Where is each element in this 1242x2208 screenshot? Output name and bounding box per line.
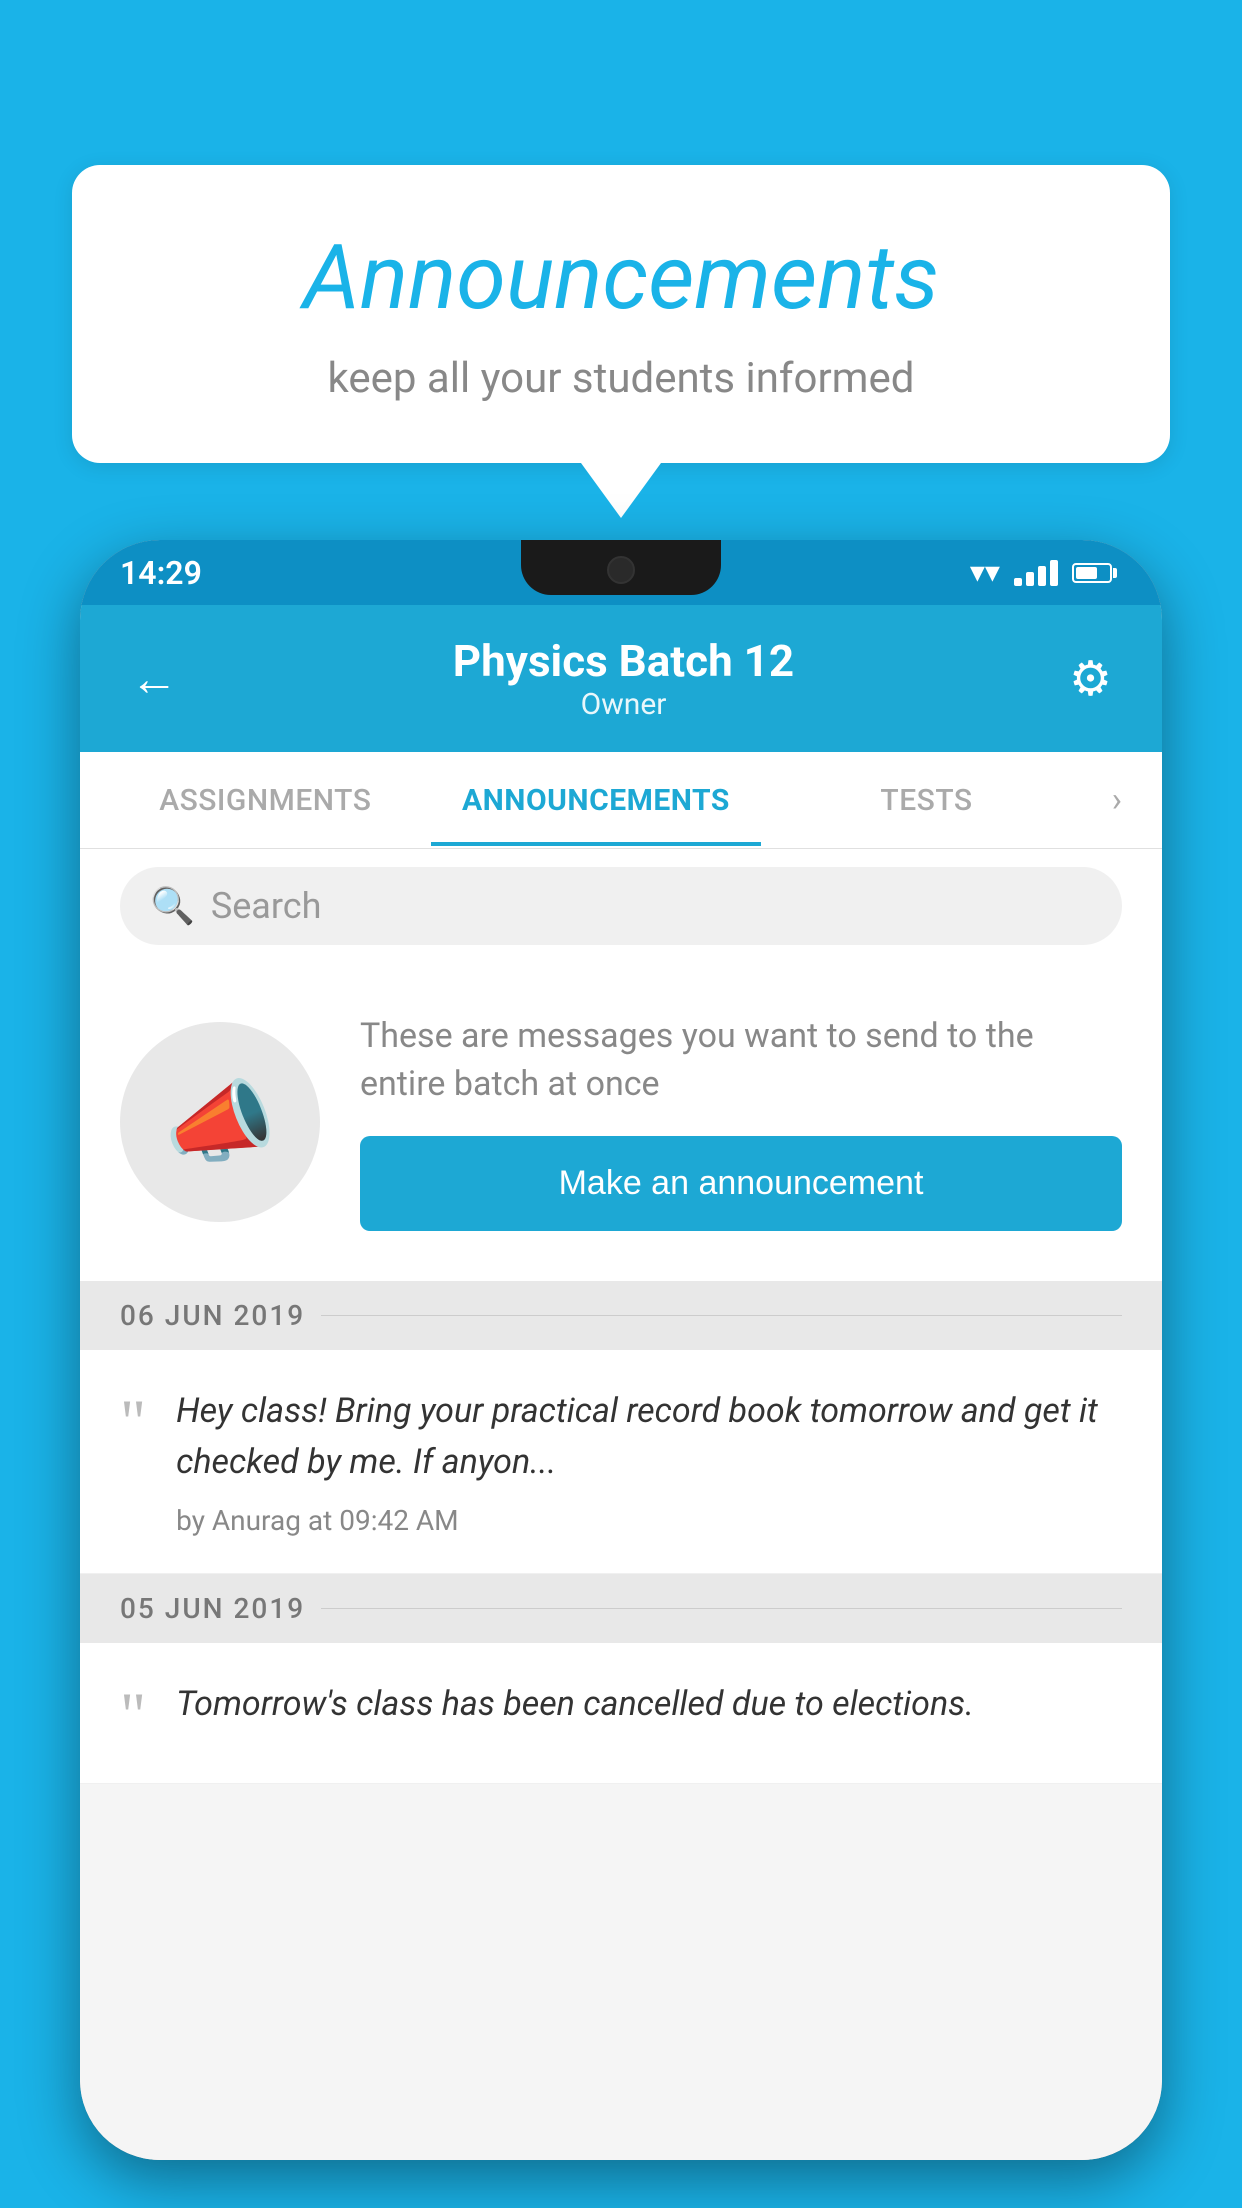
search-input-wrapper[interactable]: 🔍 Search xyxy=(120,867,1122,945)
search-icon: 🔍 xyxy=(150,885,195,927)
announcement-item-2[interactable]: " Tomorrow's class has been cancelled du… xyxy=(80,1643,1162,1784)
search-placeholder-text: Search xyxy=(211,885,322,927)
announcement-text-group-2: Tomorrow's class has been cancelled due … xyxy=(176,1679,1122,1746)
announcement-meta-1: by Anurag at 09:42 AM xyxy=(176,1504,1122,1537)
signal-bar-3 xyxy=(1038,566,1046,586)
tab-more[interactable]: › xyxy=(1092,752,1142,848)
signal-bar-4 xyxy=(1050,560,1058,586)
announcement-item-1[interactable]: " Hey class! Bring your practical record… xyxy=(80,1350,1162,1574)
battery-icon xyxy=(1072,563,1112,583)
signal-bars-icon xyxy=(1014,560,1058,586)
date-separator-line-2 xyxy=(321,1608,1122,1609)
tab-announcements[interactable]: ANNOUNCEMENTS xyxy=(431,755,762,846)
back-button[interactable]: ← xyxy=(130,650,178,707)
status-icons: ▾▾ xyxy=(970,555,1112,590)
date-separator-2: 05 JUN 2019 xyxy=(80,1574,1162,1643)
phone-mockup: 14:29 ▾▾ ← Phy xyxy=(80,540,1162,2160)
speech-bubble-title: Announcements xyxy=(152,225,1090,330)
phone-content: 🔍 Search 📣 These are messages you want t… xyxy=(80,849,1162,2160)
settings-icon[interactable]: ⚙ xyxy=(1069,650,1112,707)
announcement-message-1: Hey class! Bring your practical record b… xyxy=(176,1386,1122,1488)
status-time: 14:29 xyxy=(120,554,202,592)
megaphone-icon: 📣 xyxy=(164,1070,276,1175)
speech-bubble: Announcements keep all your students inf… xyxy=(72,165,1170,463)
app-header: ← Physics Batch 12 Owner ⚙ xyxy=(80,605,1162,752)
date-2-text: 05 JUN 2019 xyxy=(120,1592,305,1625)
tab-tests[interactable]: TESTS xyxy=(761,755,1092,846)
date-separator-1: 06 JUN 2019 xyxy=(80,1281,1162,1350)
quote-icon-1: " xyxy=(120,1390,146,1454)
make-announcement-button[interactable]: Make an announcement xyxy=(360,1136,1122,1231)
empty-state-section: 📣 These are messages you want to send to… xyxy=(80,963,1162,1281)
header-title-group: Physics Batch 12 Owner xyxy=(453,635,794,722)
empty-state-description: These are messages you want to send to t… xyxy=(360,1013,1122,1108)
signal-bar-2 xyxy=(1026,572,1034,586)
date-separator-line-1 xyxy=(321,1315,1122,1316)
speech-bubble-container: Announcements keep all your students inf… xyxy=(72,165,1170,518)
tab-bar: ASSIGNMENTS ANNOUNCEMENTS TESTS › xyxy=(80,752,1162,849)
signal-bar-1 xyxy=(1014,578,1022,586)
date-1-text: 06 JUN 2019 xyxy=(120,1299,305,1332)
announcement-icon-circle: 📣 xyxy=(120,1022,320,1222)
empty-state-right: These are messages you want to send to t… xyxy=(360,1013,1122,1231)
phone-notch xyxy=(521,540,721,595)
wifi-icon: ▾▾ xyxy=(970,555,1000,590)
announcement-text-group-1: Hey class! Bring your practical record b… xyxy=(176,1386,1122,1537)
announcement-message-2: Tomorrow's class has been cancelled due … xyxy=(176,1679,1122,1730)
search-bar: 🔍 Search xyxy=(80,849,1162,963)
battery-fill xyxy=(1076,567,1097,579)
phone-camera xyxy=(607,556,635,584)
header-subtitle: Owner xyxy=(453,687,794,722)
quote-icon-2: " xyxy=(120,1683,146,1747)
phone-container: 14:29 ▾▾ ← Phy xyxy=(80,540,1162,2208)
speech-bubble-subtitle: keep all your students informed xyxy=(152,354,1090,403)
phone-screen: 14:29 ▾▾ ← Phy xyxy=(80,540,1162,2160)
tab-assignments[interactable]: ASSIGNMENTS xyxy=(100,755,431,846)
speech-bubble-tail xyxy=(581,463,661,518)
header-title: Physics Batch 12 xyxy=(453,635,794,687)
